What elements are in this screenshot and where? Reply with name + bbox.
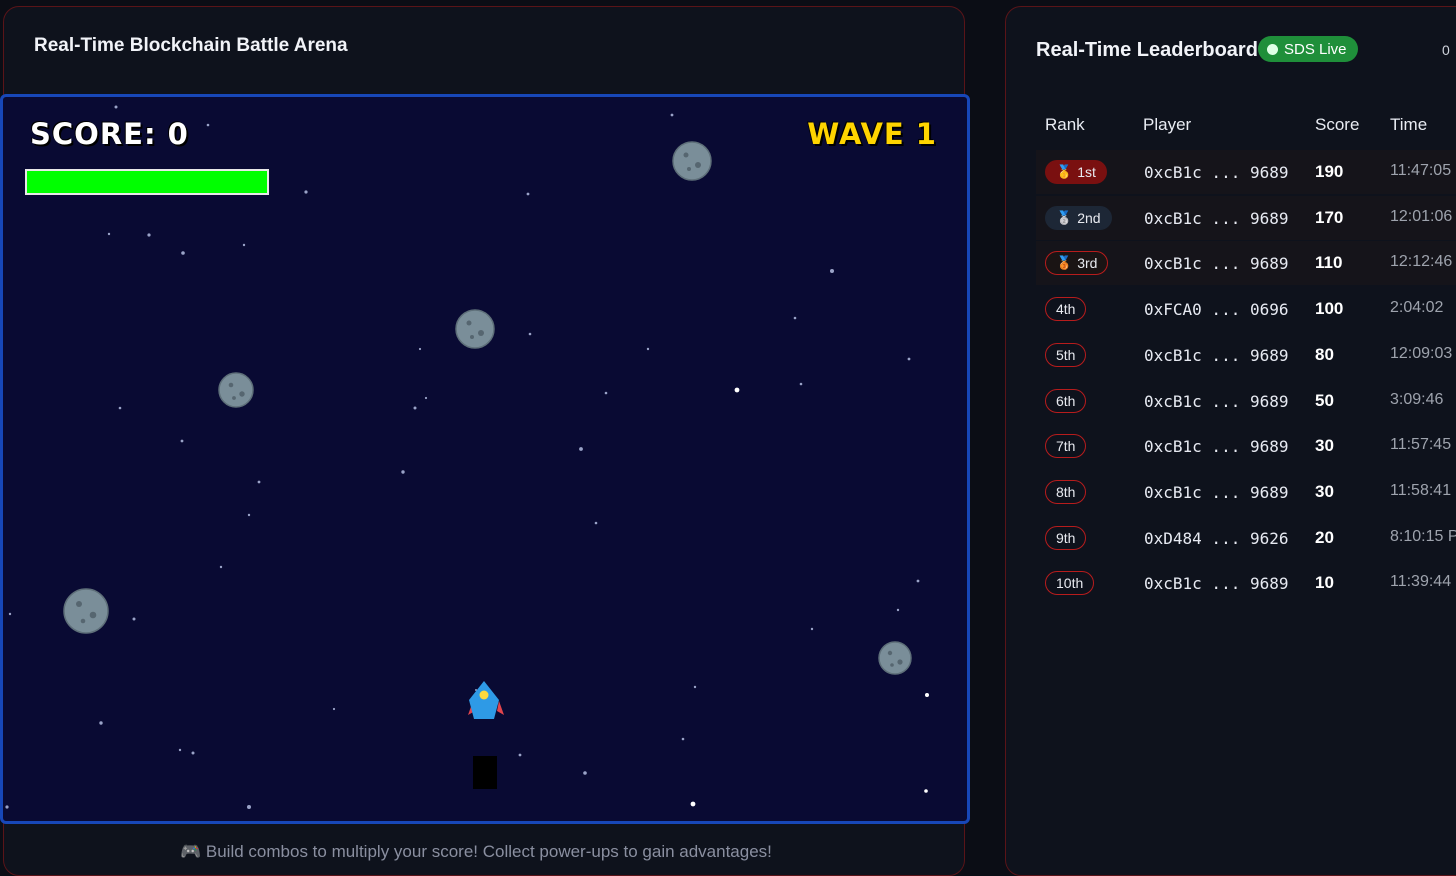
column-header-player[interactable]: Player	[1143, 115, 1191, 135]
leaderboard-row[interactable]: 6th 0xcB1c ... 9689 50 3:09:46	[1036, 379, 1456, 423]
player-score: 110	[1315, 253, 1343, 273]
player-ship[interactable]	[468, 681, 504, 719]
player-count: 0	[1442, 42, 1450, 58]
rank-badge: 🥉 3rd	[1045, 251, 1109, 276]
player-score: 100	[1315, 299, 1344, 319]
player-address: 0xcB1c ... 9689	[1144, 574, 1289, 594]
gold-medal-icon: 🥇	[1056, 164, 1073, 179]
rank-badge: 4th	[1045, 297, 1087, 322]
player-address: 0xFCA0 ... 0696	[1144, 300, 1289, 320]
rank-badge: 10th	[1045, 571, 1095, 596]
hud-wave: WAVE 1	[807, 117, 937, 151]
score-time: 11:57:45	[1390, 436, 1452, 454]
column-header-rank[interactable]: Rank	[1045, 115, 1085, 135]
leaderboard-title: Real-Time Leaderboard	[1036, 39, 1258, 61]
gameplay-tip: 🎮 Build combos to multiply your score! C…	[180, 842, 772, 861]
leaderboard-row[interactable]: 🥉 3rd 0xcB1c ... 9689 110 12:12:46	[1036, 241, 1456, 286]
leaderboard-panel: Real-Time Leaderboard SDS Live 0 Rank Pl…	[1005, 6, 1456, 876]
player-score: 30	[1315, 436, 1334, 456]
column-header-score[interactable]: Score	[1315, 115, 1359, 135]
rank-badge: 8th	[1045, 479, 1087, 504]
rank-label: 3rd	[1077, 255, 1098, 272]
player-address: 0xcB1c ... 9689	[1144, 254, 1289, 274]
rank-label: 6th	[1056, 392, 1076, 409]
leaderboard-row[interactable]: 4th 0xFCA0 ... 0696 100 2:04:02	[1036, 287, 1456, 331]
hud-score: SCORE: 0	[30, 117, 189, 151]
asteroid	[878, 641, 912, 675]
rank-badge: 9th	[1045, 525, 1087, 550]
leaderboard-row[interactable]: 10th 0xcB1c ... 9689 10 11:39:44	[1036, 561, 1456, 605]
score-time: 2:04:02	[1390, 299, 1444, 317]
game-scene	[5, 105, 929, 809]
player-address: 0xcB1c ... 9689	[1144, 391, 1289, 411]
rank-label: 2nd	[1077, 209, 1101, 226]
rank-label: 1st	[1077, 164, 1096, 180]
player-score: 50	[1315, 390, 1334, 410]
rank-badge: 🥈 2nd	[1045, 205, 1112, 230]
rank-label: 8th	[1056, 483, 1076, 500]
health-bar-fill	[27, 171, 267, 193]
score-time: 12:01:06	[1390, 207, 1453, 225]
live-badge-label: SDS Live	[1284, 40, 1347, 58]
player-score: 20	[1315, 527, 1334, 547]
player-address: 0xcB1c ... 9689	[1144, 163, 1289, 182]
arena-title: Real-Time Blockchain Battle Arena	[34, 35, 348, 56]
bronze-medal-icon: 🥉	[1056, 255, 1073, 271]
asteroid	[63, 588, 109, 634]
leaderboard-row[interactable]: 8th 0xcB1c ... 9689 30 11:58:41	[1036, 470, 1456, 514]
player-address: 0xcB1c ... 9689	[1144, 482, 1289, 502]
player-score: 80	[1315, 344, 1334, 364]
score-time: 12:09:03	[1390, 344, 1453, 362]
leaderboard-row[interactable]: 5th 0xcB1c ... 9689 80 12:09:03	[1036, 333, 1456, 377]
game-canvas[interactable]: SCORE: 0 WAVE 1	[0, 94, 970, 824]
asteroid	[672, 141, 712, 181]
rank-badge: 5th	[1045, 342, 1087, 367]
sds-live-badge: SDS Live	[1258, 36, 1358, 62]
rank-label: 7th	[1056, 438, 1076, 455]
score-time: 8:10:15 P	[1390, 527, 1456, 545]
rank-label: 10th	[1056, 575, 1084, 592]
player-score: 30	[1315, 481, 1334, 501]
score-time: 11:39:44	[1390, 573, 1452, 591]
rank-badge: 7th	[1045, 434, 1087, 459]
rank-label: 4th	[1056, 301, 1076, 318]
score-time: 11:47:05	[1390, 162, 1452, 179]
leaderboard-row[interactable]: 🥇 1st 0xcB1c ... 9689 190 11:47:05	[1036, 150, 1456, 194]
ship-exhaust	[473, 756, 497, 789]
player-address: 0xcB1c ... 9689	[1144, 437, 1289, 457]
live-dot-icon	[1267, 43, 1278, 55]
rank-label: 5th	[1056, 346, 1076, 363]
leaderboard-row[interactable]: 7th 0xcB1c ... 9689 30 11:57:45	[1036, 424, 1456, 468]
player-address: 0xD484 ... 9626	[1144, 528, 1289, 548]
score-time: 3:09:46	[1390, 390, 1444, 408]
player-score: 170	[1315, 207, 1344, 227]
rank-badge: 🥇 1st	[1045, 160, 1107, 184]
rank-label: 9th	[1056, 529, 1076, 546]
asteroid	[455, 309, 495, 349]
health-bar	[25, 169, 269, 195]
player-address: 0xcB1c ... 9689	[1144, 345, 1289, 365]
leaderboard-row[interactable]: 🥈 2nd 0xcB1c ... 9689 170 12:01:06	[1036, 195, 1456, 240]
column-header-time[interactable]: Time	[1390, 115, 1427, 135]
player-score: 10	[1315, 573, 1334, 593]
score-time: 11:58:41	[1390, 481, 1452, 499]
leaderboard-row[interactable]: 9th 0xD484 ... 9626 20 8:10:15 P	[1036, 516, 1456, 560]
player-score: 190	[1315, 162, 1344, 181]
starfield	[5, 105, 929, 809]
asteroid	[218, 372, 254, 408]
player-address: 0xcB1c ... 9689	[1144, 208, 1289, 228]
silver-medal-icon: 🥈	[1056, 209, 1073, 225]
rank-badge: 6th	[1045, 388, 1087, 413]
score-time: 12:12:46	[1390, 253, 1453, 271]
